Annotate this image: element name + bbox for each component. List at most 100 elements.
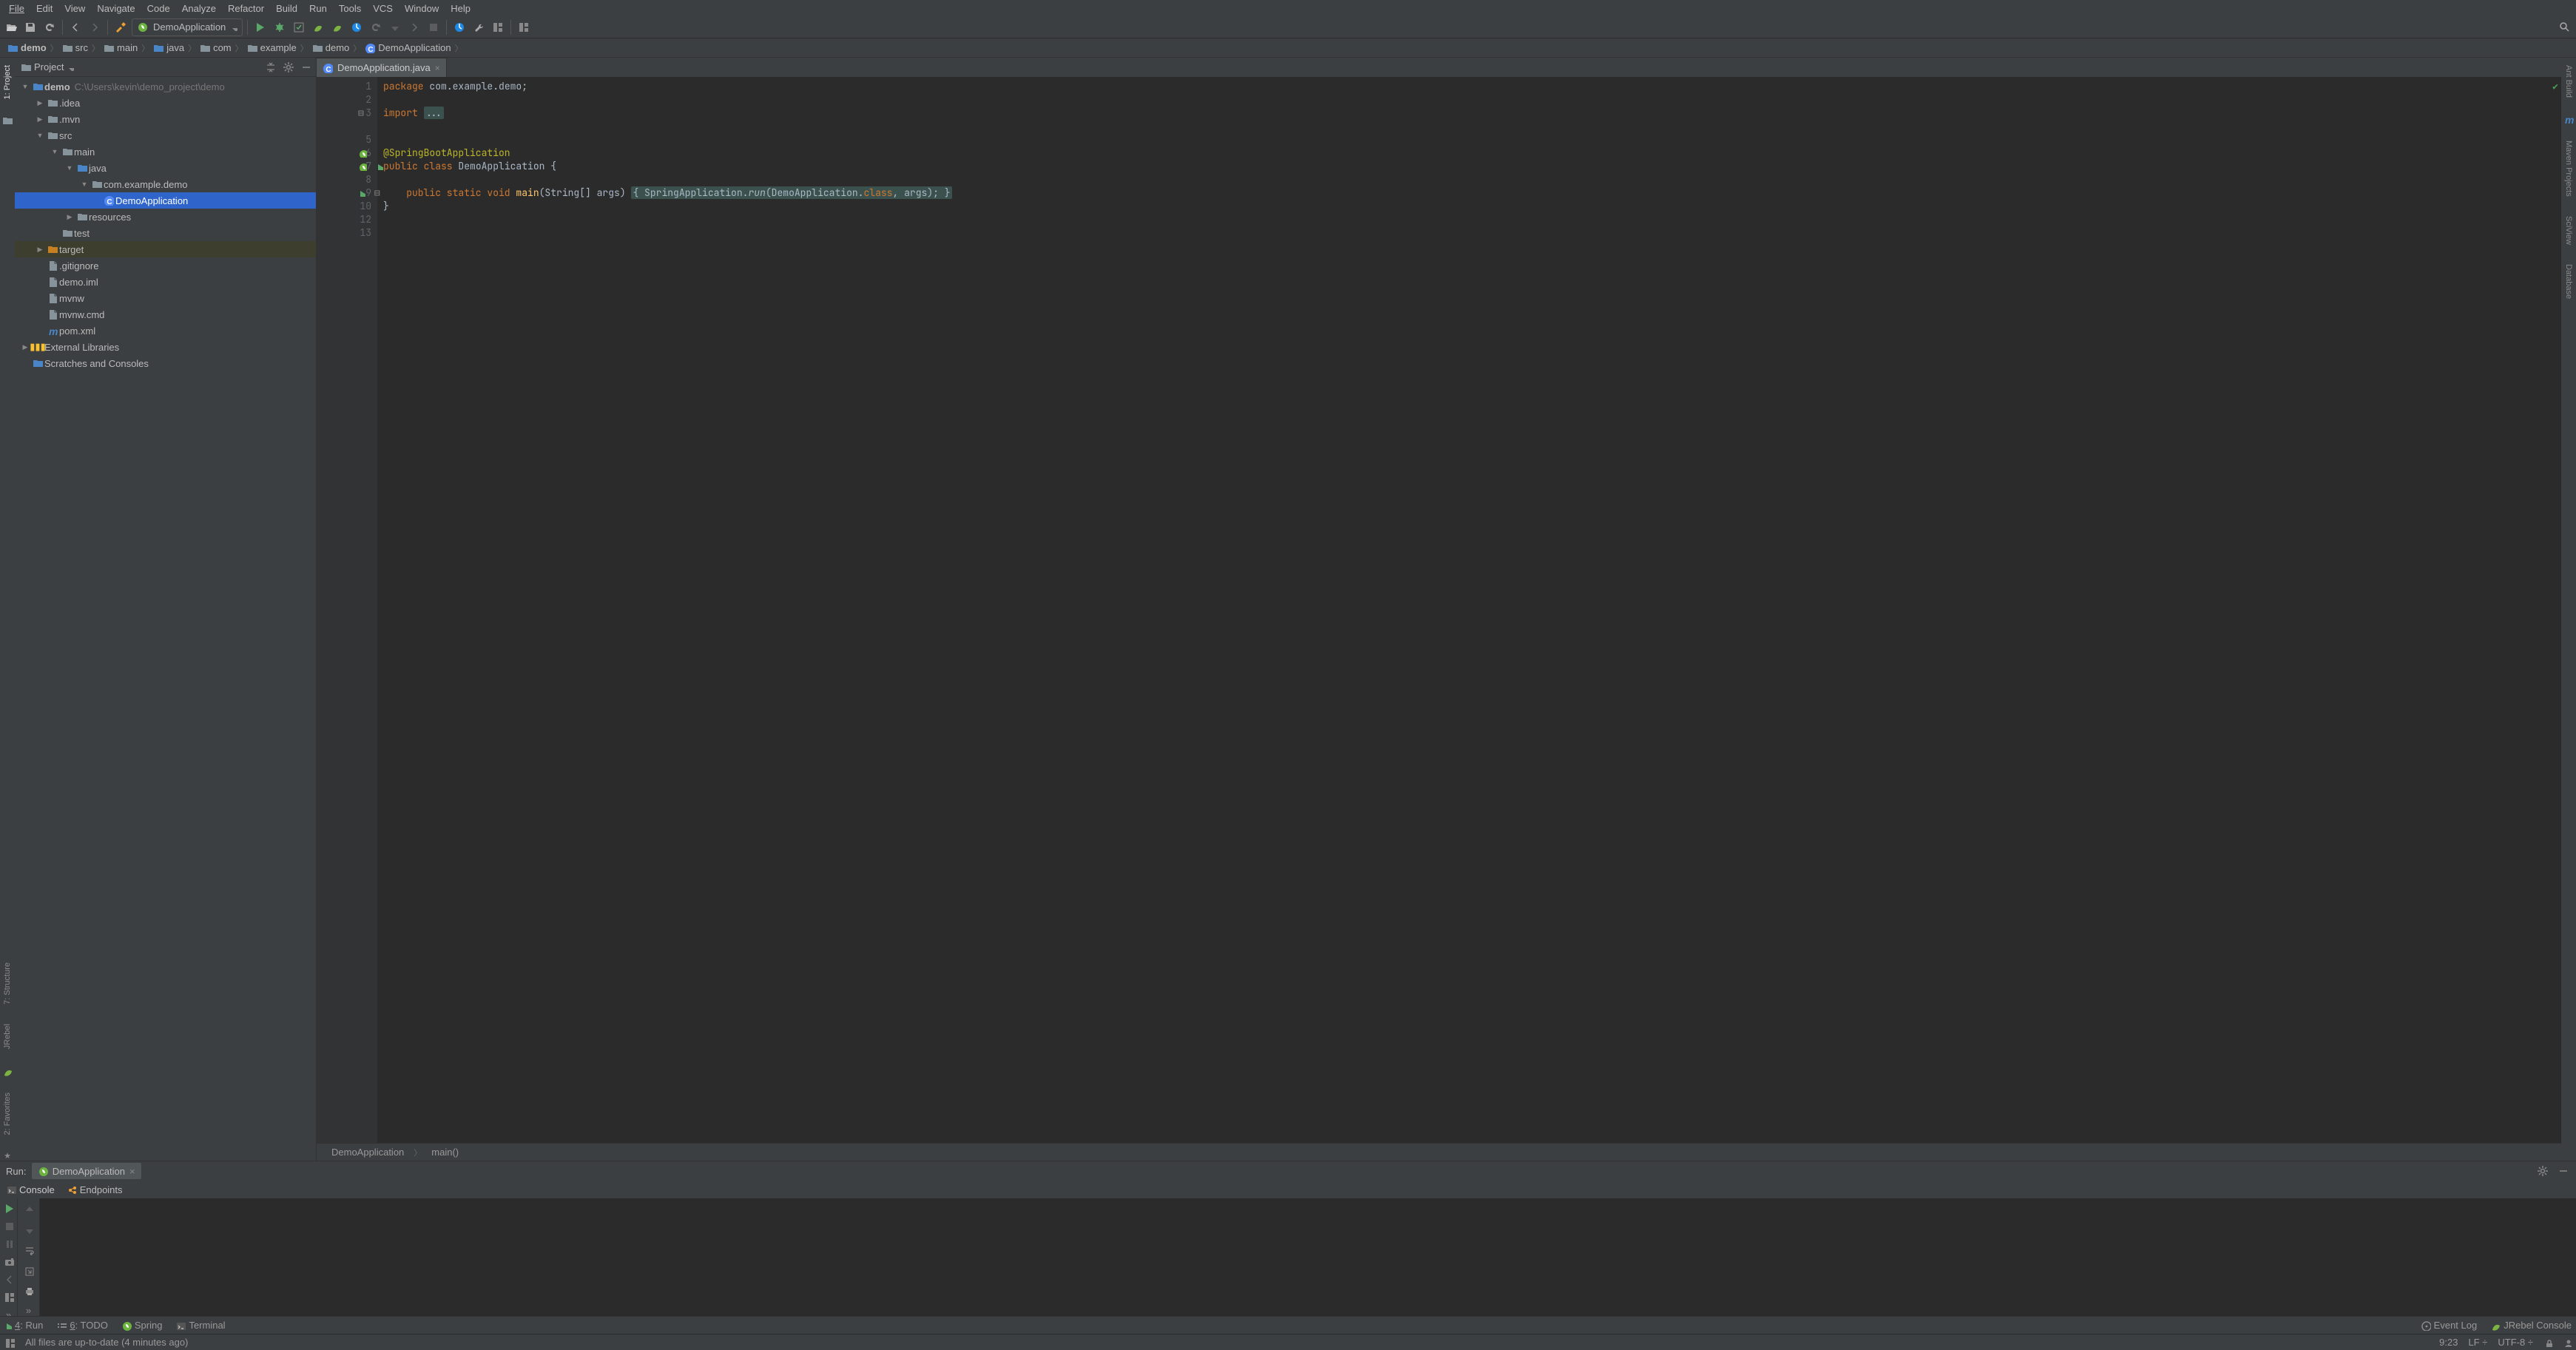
xrebel-button[interactable] <box>451 19 468 36</box>
close-run-tab-button[interactable]: × <box>129 1166 135 1177</box>
tree-mvnw[interactable]: mvnw <box>15 290 316 306</box>
lock-icon[interactable] <box>2543 1338 2552 1347</box>
console-subtab[interactable]: Console <box>6 1184 55 1195</box>
exit-button[interactable] <box>1 1274 17 1284</box>
pause-run-button[interactable] <box>1 1238 17 1249</box>
up-stack-button[interactable] <box>21 1203 37 1216</box>
dump-threads-button[interactable] <box>1 1256 17 1266</box>
crumb-com[interactable]: com <box>197 42 235 53</box>
update-button[interactable] <box>516 19 532 36</box>
jrebel-debug-button[interactable] <box>329 19 345 36</box>
build-button[interactable] <box>112 19 129 36</box>
scroll-end-button[interactable] <box>21 1264 37 1278</box>
nav-back-button[interactable] <box>67 19 84 36</box>
gutter-favorites[interactable]: 2: Favorites <box>1 1090 13 1138</box>
tree-class-demoapplication[interactable]: DemoApplication <box>15 192 316 209</box>
close-tab-button[interactable]: × <box>435 63 440 73</box>
tree-gitignore[interactable]: .gitignore <box>15 257 316 274</box>
gutter-ant[interactable]: Ant Build <box>2563 62 2575 101</box>
sync-button[interactable] <box>41 19 58 36</box>
tree-test[interactable]: test <box>15 225 316 241</box>
tree-scratches[interactable]: Scratches and Consoles <box>15 355 316 371</box>
stop-run-button[interactable] <box>1 1221 17 1231</box>
run-config-selector[interactable]: DemoApplication <box>132 18 243 36</box>
gutter-maven[interactable]: Maven Projects <box>2563 138 2575 200</box>
spring-gutter-icon[interactable] <box>358 162 367 171</box>
tree-resources[interactable]: ▶resources <box>15 209 316 225</box>
line-separator[interactable]: LF ÷ <box>2468 1337 2487 1348</box>
tree-src[interactable]: ▼src <box>15 127 316 144</box>
gutter-structure[interactable]: 7: Structure <box>1 959 13 1008</box>
gutter-sciview[interactable]: SciView <box>2563 213 2575 248</box>
menu-window[interactable]: Window <box>399 1 445 16</box>
profiler-button[interactable] <box>348 19 365 36</box>
stop-button[interactable] <box>425 19 442 36</box>
layout-button[interactable] <box>1 1292 17 1302</box>
tree-mvnw-cmd[interactable]: mvnw.cmd <box>15 306 316 323</box>
run-button[interactable] <box>252 19 269 36</box>
menu-refactor[interactable]: Refactor <box>222 1 270 16</box>
menu-run[interactable]: Run <box>303 1 333 16</box>
down-stack-button[interactable] <box>21 1224 37 1237</box>
tree-target[interactable]: ▶target <box>15 241 316 257</box>
print-button[interactable] <box>21 1284 37 1297</box>
tree-package[interactable]: ▼com.example.demo <box>15 176 316 192</box>
editor-tab-demoapplication[interactable]: DemoApplication.java × <box>317 58 447 77</box>
run-gutter-icon[interactable] <box>376 163 383 170</box>
statusbar-toggle-icon[interactable] <box>4 1337 15 1348</box>
run-tab-demoapplication[interactable]: DemoApplication × <box>32 1163 141 1179</box>
file-encoding[interactable]: UTF-8 ÷ <box>2498 1337 2533 1348</box>
step-over-button[interactable] <box>406 19 422 36</box>
gutter-database[interactable]: Database <box>2563 261 2575 302</box>
crumb-class[interactable]: DemoApplication <box>362 42 454 53</box>
menu-tools[interactable]: Tools <box>333 1 367 16</box>
tree-java[interactable]: ▼java <box>15 160 316 176</box>
crumb-method[interactable]: main() <box>431 1147 459 1158</box>
nav-forward-button[interactable] <box>87 19 103 36</box>
debug-button[interactable] <box>272 19 288 36</box>
collapse-all-button[interactable] <box>264 61 277 74</box>
code-content[interactable]: package com.example.demo; import ... @Sp… <box>377 77 2561 1143</box>
search-everywhere-button[interactable] <box>2557 19 2573 36</box>
run-settings-button[interactable] <box>2536 1164 2549 1178</box>
open-button[interactable] <box>3 19 19 36</box>
jrebel-run-button[interactable] <box>310 19 326 36</box>
tree-mvn[interactable]: ▶.mvn <box>15 111 316 127</box>
menu-help[interactable]: Help <box>445 1 476 16</box>
menu-build[interactable]: Build <box>270 1 303 16</box>
crumb-demo2[interactable]: demo <box>309 42 353 53</box>
crumb-example[interactable]: example <box>244 42 300 53</box>
save-all-button[interactable] <box>22 19 38 36</box>
tree-pom[interactable]: pom.xml <box>15 323 316 339</box>
project-tree[interactable]: ▼ demoC:\Users\kevin\demo_project\demo ▶… <box>15 77 316 1161</box>
menu-view[interactable]: View <box>58 1 91 16</box>
menu-vcs[interactable]: VCS <box>367 1 399 16</box>
toolstrip-run[interactable]: 4: Run <box>4 1320 43 1331</box>
rerun-button[interactable] <box>1 1203 17 1213</box>
toolstrip-terminal[interactable]: Terminal <box>175 1320 225 1331</box>
hector-icon[interactable] <box>2563 1338 2572 1347</box>
crumb-src[interactable]: src <box>59 42 91 53</box>
code-editor[interactable]: ✔ 1235 678910 1213 ⊟ ⊟ package com.examp… <box>317 77 2561 1143</box>
menu-analyze[interactable]: Analyze <box>176 1 222 16</box>
panel-settings-button[interactable] <box>282 61 295 74</box>
menu-code[interactable]: Code <box>141 1 176 16</box>
editor-gutter[interactable]: 1235 678910 1213 ⊟ ⊟ <box>317 77 377 1143</box>
panel-hide-button[interactable] <box>300 61 313 74</box>
caret-position[interactable]: 9:23 <box>2439 1337 2458 1348</box>
crumb-java[interactable]: java <box>150 42 187 53</box>
attach-button[interactable] <box>368 19 384 36</box>
soft-wrap-button[interactable] <box>21 1243 37 1257</box>
crumb-class[interactable]: DemoApplication <box>331 1147 404 1158</box>
project-structure-button[interactable] <box>471 19 487 36</box>
tree-external-libs[interactable]: ▶▮▮▮External Libraries <box>15 339 316 355</box>
run-hide-button[interactable] <box>2557 1164 2570 1178</box>
gutter-jrebel[interactable]: JRebel <box>1 1021 13 1052</box>
tree-iml[interactable]: demo.iml <box>15 274 316 290</box>
tree-main[interactable]: ▼main <box>15 144 316 160</box>
crumb-demo[interactable]: demo <box>4 42 50 53</box>
run-gutter-icon[interactable] <box>358 189 365 197</box>
tree-idea[interactable]: ▶.idea <box>15 95 316 111</box>
sdk-button[interactable] <box>490 19 506 36</box>
toolstrip-eventlog[interactable]: Event Log <box>2421 1320 2478 1331</box>
